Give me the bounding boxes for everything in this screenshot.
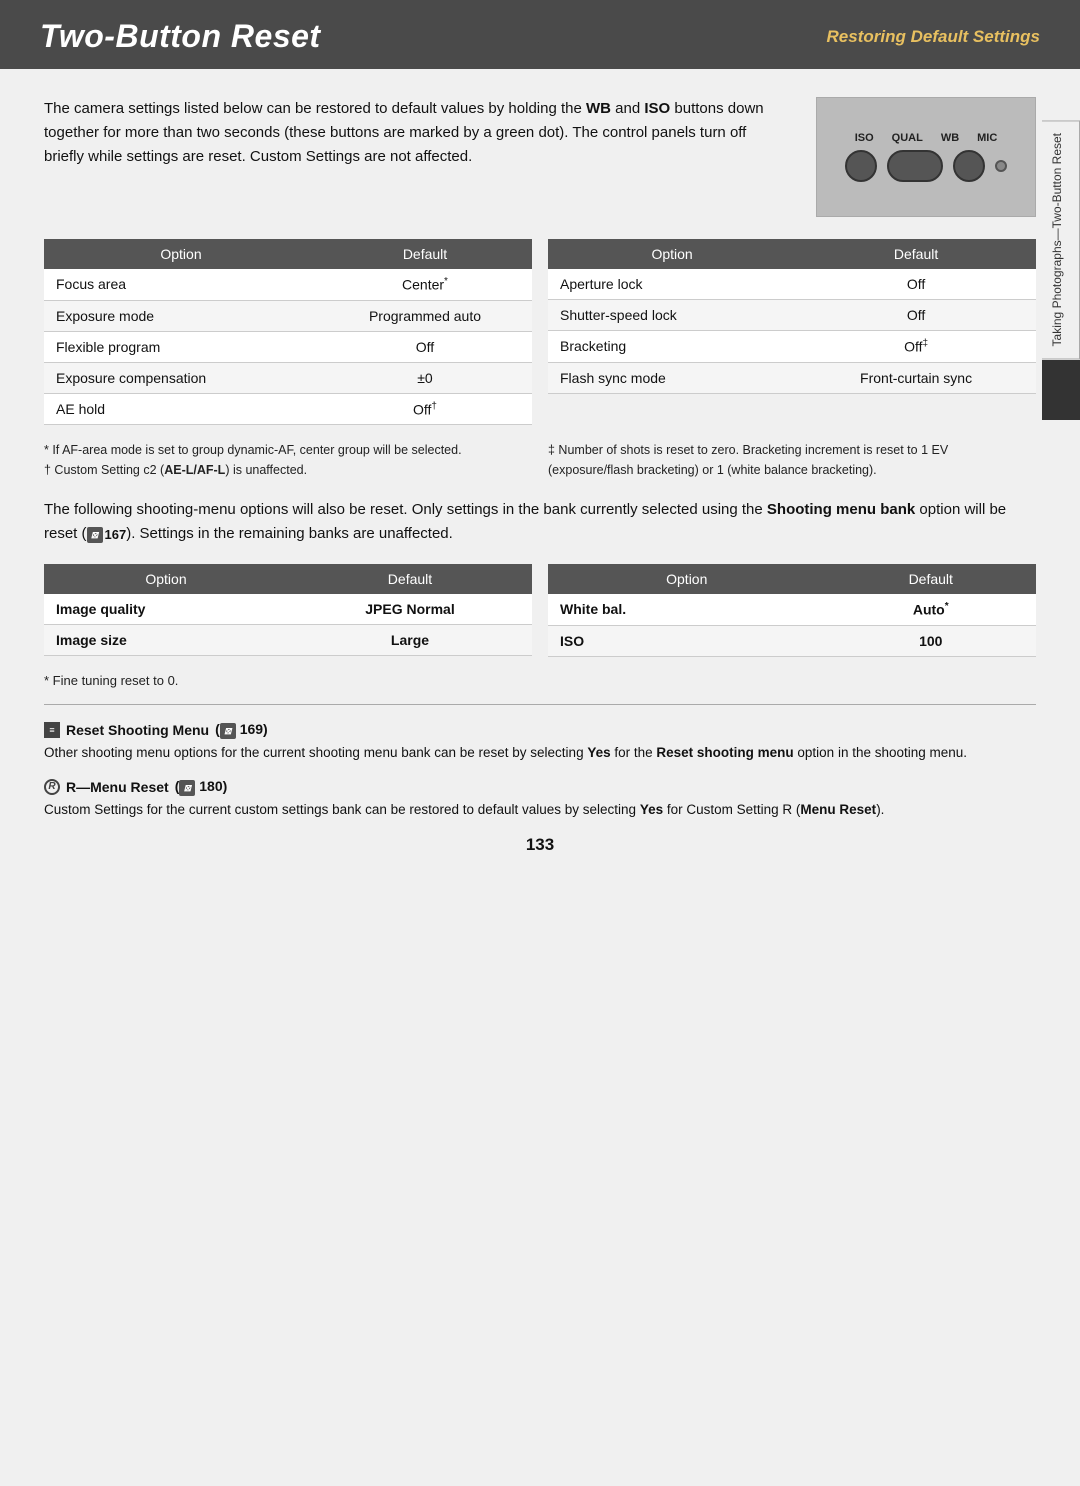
table-row: AE hold Off† <box>44 393 532 425</box>
t2-default-4: Front-curtain sync <box>796 362 1036 393</box>
note-dagger: † Custom Setting c2 (AE-L/AF-L) is unaff… <box>44 461 532 480</box>
t1-option-5: AE hold <box>44 393 318 425</box>
table3-header-default: Default <box>288 564 532 594</box>
cam-btn-small <box>995 160 1007 172</box>
r-menu-reset-note: R R—Menu Reset (⊠ 180) Custom Settings f… <box>44 778 1036 821</box>
table1: Option Default Focus area Center* Exposu… <box>44 239 532 425</box>
t3-default-1: JPEG Normal <box>288 594 532 625</box>
second-tables-row: Option Default Image quality JPEG Normal… <box>44 564 1036 657</box>
table-row: Bracketing Off‡ <box>548 331 1036 363</box>
t3-default-2: Large <box>288 625 532 656</box>
title-bar: Two-Button Reset Restoring Default Setti… <box>0 0 1080 69</box>
table4-wrap: Option Default White bal. Auto* ISO 100 <box>548 564 1036 657</box>
ref-icon-3: ⊠ <box>179 780 195 796</box>
t1-default-2: Programmed auto <box>318 300 532 331</box>
table-row: Flexible program Off <box>44 331 532 362</box>
notes-left: * If AF-area mode is set to group dynami… <box>44 441 532 480</box>
table-row: Flash sync mode Front-curtain sync <box>548 362 1036 393</box>
t3-option-2: Image size <box>44 625 288 656</box>
notes-right: ‡ Number of shots is reset to zero. Brac… <box>548 441 1036 480</box>
reset-shooting-menu-note: ≡ Reset Shooting Menu (⊠ 169) Other shoo… <box>44 721 1036 764</box>
table-row: Image quality JPEG Normal <box>44 594 532 625</box>
r-menu-reset-title: R R—Menu Reset (⊠ 180) <box>44 778 1036 796</box>
camera-labels: ISO QUAL WB MIC <box>855 132 998 144</box>
ref-icon-2: ⊠ <box>220 723 236 739</box>
t1-default-4: ±0 <box>318 362 532 393</box>
page: Two-Button Reset Restoring Default Setti… <box>0 0 1080 1486</box>
reset-shooting-menu-text: Other shooting menu options for the curr… <box>44 743 1036 764</box>
t1-default-3: Off <box>318 331 532 362</box>
table-row: Exposure mode Programmed auto <box>44 300 532 331</box>
t1-default-1: Center* <box>318 269 532 300</box>
t2-default-3: Off‡ <box>796 331 1036 363</box>
ref-icon: ⊠ <box>87 527 103 543</box>
subtitle: Restoring Default Settings <box>827 27 1040 47</box>
table4: Option Default White bal. Auto* ISO 100 <box>548 564 1036 657</box>
cam-btn-right <box>953 150 985 182</box>
table3-wrap: Option Default Image quality JPEG Normal… <box>44 564 532 657</box>
page-title: Two-Button Reset <box>40 18 321 55</box>
table-row: Image size Large <box>44 625 532 656</box>
divider <box>44 704 1036 705</box>
table1-wrap: Option Default Focus area Center* Exposu… <box>44 239 532 425</box>
notes-section: * If AF-area mode is set to group dynami… <box>44 441 1036 480</box>
page-number: 133 <box>44 835 1036 855</box>
table-row: ISO 100 <box>548 625 1036 656</box>
mid-paragraph: The following shooting-menu options will… <box>44 498 1036 546</box>
t4-option-2: ISO <box>548 625 826 656</box>
camera-diagram: ISO QUAL WB MIC <box>816 97 1036 217</box>
fine-tune-note: * Fine tuning reset to 0. <box>44 673 1036 688</box>
bottom-notes: ≡ Reset Shooting Menu (⊠ 169) Other shoo… <box>44 721 1036 821</box>
t1-option-4: Exposure compensation <box>44 362 318 393</box>
t1-default-5: Off† <box>318 393 532 425</box>
note-double-dagger: ‡ Number of shots is reset to zero. Brac… <box>548 441 1036 480</box>
table4-header-option: Option <box>548 564 826 594</box>
intro-section: The camera settings listed below can be … <box>44 97 1036 217</box>
t2-option-4: Flash sync mode <box>548 362 796 393</box>
t1-option-3: Flexible program <box>44 331 318 362</box>
table2-header-option: Option <box>548 239 796 269</box>
table4-header-default: Default <box>826 564 1037 594</box>
table3-header-option: Option <box>44 564 288 594</box>
table-row: Focus area Center* <box>44 269 532 300</box>
camera-buttons <box>845 150 1007 182</box>
side-tab: Taking Photographs—Two-Button Reset <box>1042 120 1080 359</box>
menu-icon: ≡ <box>44 722 60 738</box>
reset-shooting-menu-title: ≡ Reset Shooting Menu (⊠ 169) <box>44 721 1036 739</box>
table-row: Exposure compensation ±0 <box>44 362 532 393</box>
t2-option-1: Aperture lock <box>548 269 796 300</box>
main-content: The camera settings listed below can be … <box>0 69 1080 1486</box>
table3: Option Default Image quality JPEG Normal… <box>44 564 532 656</box>
t2-option-3: Bracketing <box>548 331 796 363</box>
r-icon: R <box>44 779 60 795</box>
table-row: Aperture lock Off <box>548 269 1036 300</box>
table2-wrap: Option Default Aperture lock Off Shutter… <box>548 239 1036 425</box>
t3-option-1: Image quality <box>44 594 288 625</box>
first-tables-row: Option Default Focus area Center* Exposu… <box>44 239 1036 425</box>
t1-option-2: Exposure mode <box>44 300 318 331</box>
note-asterisk: * If AF-area mode is set to group dynami… <box>44 441 532 460</box>
table2-header-default: Default <box>796 239 1036 269</box>
t1-option-1: Focus area <box>44 269 318 300</box>
t2-default-2: Off <box>796 300 1036 331</box>
table-row: Shutter-speed lock Off <box>548 300 1036 331</box>
intro-text: The camera settings listed below can be … <box>44 97 786 217</box>
cam-btn-left <box>845 150 877 182</box>
side-tab-dark <box>1042 360 1080 420</box>
t2-default-1: Off <box>796 269 1036 300</box>
t2-option-2: Shutter-speed lock <box>548 300 796 331</box>
table1-header-option: Option <box>44 239 318 269</box>
table-row: White bal. Auto* <box>548 594 1036 625</box>
t4-option-1: White bal. <box>548 594 826 625</box>
table2: Option Default Aperture lock Off Shutter… <box>548 239 1036 394</box>
r-menu-reset-text: Custom Settings for the current custom s… <box>44 800 1036 821</box>
cam-btn-center <box>887 150 943 182</box>
t4-default-2: 100 <box>826 625 1037 656</box>
t4-default-1: Auto* <box>826 594 1037 625</box>
table1-header-default: Default <box>318 239 532 269</box>
